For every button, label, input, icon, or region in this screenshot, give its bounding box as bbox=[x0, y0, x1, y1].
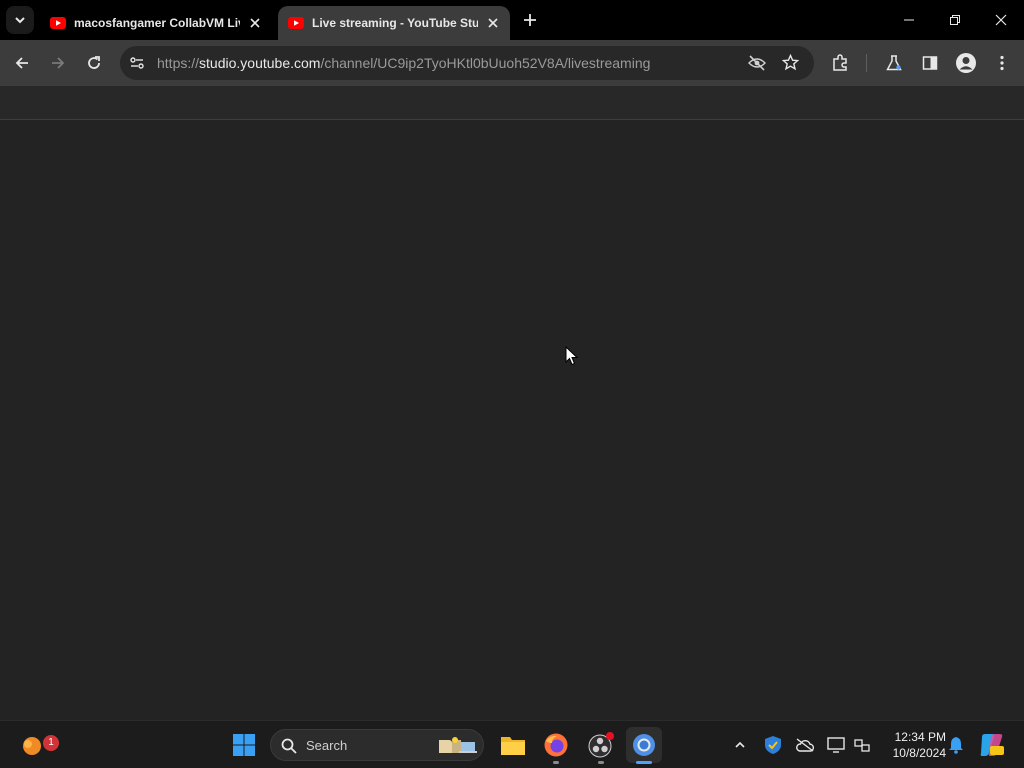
tab-strip: macosfangamer CollabVM Live Live streami… bbox=[0, 0, 1024, 40]
tab-title: macosfangamer CollabVM Live bbox=[74, 16, 240, 30]
address-bar[interactable]: https://studio.youtube.com/channel/UC9ip… bbox=[120, 46, 814, 80]
site-info-icon[interactable] bbox=[129, 55, 145, 76]
extensions-button[interactable] bbox=[826, 49, 854, 77]
obs-icon bbox=[588, 732, 614, 758]
search-highlight-icon bbox=[439, 737, 477, 753]
url-host: studio.youtube.com bbox=[199, 55, 321, 71]
profile-button[interactable] bbox=[952, 49, 980, 77]
profile-avatar-icon bbox=[956, 53, 976, 73]
minimize-icon bbox=[904, 19, 914, 21]
notifications-button[interactable] bbox=[938, 727, 974, 763]
youtube-icon bbox=[288, 17, 304, 29]
new-tab-button[interactable] bbox=[519, 9, 541, 31]
firefox-icon bbox=[544, 733, 568, 757]
copilot-button[interactable] bbox=[974, 727, 1010, 763]
system-clock[interactable]: 12:34 PM 10/8/2024 bbox=[880, 729, 946, 761]
restore-icon bbox=[950, 15, 960, 25]
start-button[interactable] bbox=[226, 727, 262, 763]
side-panel-button[interactable] bbox=[916, 49, 944, 77]
toolbar-separator bbox=[866, 54, 867, 72]
cloud-off-icon bbox=[796, 738, 815, 752]
obs-app[interactable] bbox=[583, 727, 619, 763]
reload-icon bbox=[88, 56, 100, 69]
plus-icon bbox=[524, 14, 536, 26]
shield-icon bbox=[765, 736, 781, 754]
chevron-down-icon bbox=[15, 17, 25, 24]
close-tab-icon[interactable] bbox=[484, 14, 502, 32]
folder-icon bbox=[501, 737, 525, 755]
arrow-left-icon bbox=[15, 57, 28, 69]
network-tray[interactable] bbox=[844, 727, 880, 763]
defender-tray[interactable] bbox=[755, 727, 791, 763]
chevron-up-icon bbox=[735, 741, 745, 748]
tab-collabvm[interactable]: macosfangamer CollabVM Live bbox=[40, 6, 272, 40]
weather-widget[interactable]: 1 bbox=[14, 727, 59, 763]
url-scheme: https:// bbox=[157, 55, 200, 71]
file-explorer-app[interactable] bbox=[495, 727, 531, 763]
close-icon bbox=[995, 14, 1007, 26]
studio-header-placeholder bbox=[0, 86, 1024, 120]
bookmark-star-icon[interactable] bbox=[781, 53, 800, 76]
url-text: https://studio.youtube.com/channel/UC9ip… bbox=[157, 55, 650, 71]
flask-icon bbox=[886, 55, 902, 71]
notification-badge: 1 bbox=[43, 735, 59, 751]
minimize-button[interactable] bbox=[886, 0, 932, 40]
search-placeholder: Search bbox=[306, 738, 348, 753]
close-window-button[interactable] bbox=[978, 0, 1024, 40]
screen: macosfangamer CollabVM Live Live streami… bbox=[0, 0, 1024, 768]
chrome-active-indicator bbox=[636, 761, 652, 764]
tab-search-button[interactable] bbox=[6, 6, 34, 34]
chrome-labs-button[interactable] bbox=[880, 49, 908, 77]
puzzle-icon bbox=[833, 54, 847, 71]
obs-running-indicator bbox=[598, 761, 604, 764]
chrome-app[interactable] bbox=[626, 727, 662, 763]
monitor-icon bbox=[827, 737, 845, 753]
show-hidden-icons-button[interactable] bbox=[722, 727, 758, 763]
windows-logo-icon bbox=[233, 734, 255, 756]
browser-menu-button[interactable] bbox=[988, 49, 1016, 77]
taskbar-search[interactable]: Search bbox=[270, 729, 484, 761]
search-icon bbox=[281, 738, 297, 754]
firefox-app[interactable] bbox=[538, 727, 574, 763]
forward-button[interactable] bbox=[44, 49, 72, 77]
mouse-cursor-icon bbox=[565, 346, 579, 366]
youtube-icon bbox=[50, 17, 66, 29]
back-button[interactable] bbox=[8, 49, 36, 77]
bell-icon bbox=[949, 737, 963, 754]
url-path: /channel/UC9ip2TyoHKtl0bUuoh52V8A/livest… bbox=[320, 55, 651, 71]
weather-icon bbox=[23, 737, 41, 755]
clock-date: 10/8/2024 bbox=[892, 746, 946, 760]
more-vertical-icon bbox=[1000, 55, 1004, 71]
tab-live-streaming[interactable]: Live streaming - YouTube Studio bbox=[278, 6, 510, 40]
arrow-right-icon bbox=[52, 57, 65, 69]
reload-button[interactable] bbox=[80, 49, 108, 77]
copilot-icon bbox=[980, 734, 1004, 756]
clock-time: 12:34 PM bbox=[894, 730, 946, 744]
page-content bbox=[0, 86, 1024, 720]
browser-toolbar: https://studio.youtube.com/channel/UC9ip… bbox=[0, 40, 1024, 86]
taskbar: 1 Search 12:34 PM 10/8/2024 bbox=[0, 720, 1024, 768]
firefox-running-indicator bbox=[553, 761, 559, 764]
tab-title: Live streaming - YouTube Studio bbox=[312, 16, 478, 30]
restore-button[interactable] bbox=[932, 0, 978, 40]
close-tab-icon[interactable] bbox=[246, 14, 264, 32]
chrome-icon bbox=[633, 734, 655, 756]
side-panel-icon bbox=[922, 56, 938, 70]
eye-off-icon[interactable] bbox=[748, 55, 766, 76]
network-icon bbox=[854, 739, 870, 752]
